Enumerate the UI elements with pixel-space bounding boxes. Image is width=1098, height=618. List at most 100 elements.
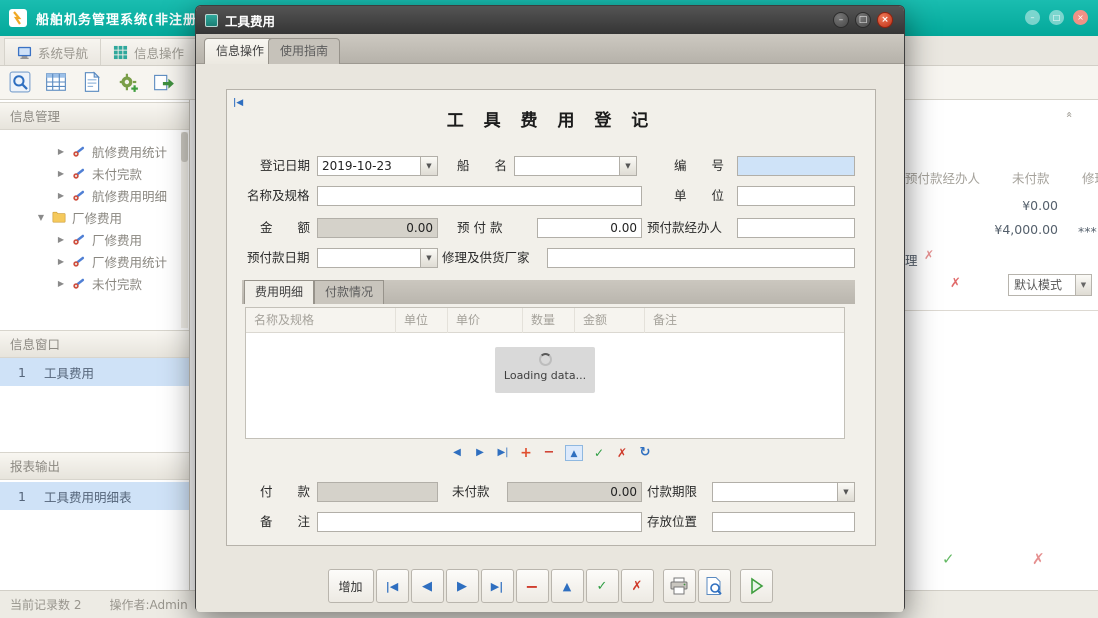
info-window-item-tool-expense[interactable]: 1 工具费用 [0, 358, 189, 386]
folder-icon [52, 210, 66, 224]
dialog-titlebar[interactable]: 工具费用 – □ × [196, 6, 904, 34]
nav-last-button[interactable]: ▶| [481, 569, 514, 603]
dialog-minimize-button[interactable]: – [833, 12, 849, 28]
expand-arrow-icon[interactable]: ▶ [56, 235, 66, 244]
expand-arrow-icon[interactable]: ▶ [56, 191, 66, 200]
tab-information-operation[interactable]: 信息操作 [100, 38, 197, 65]
post-record-button[interactable]: ✓ [586, 569, 619, 603]
grid-col-unit-price[interactable]: 单价 [448, 308, 523, 333]
grid-col-amount[interactable]: 金额 [575, 308, 645, 333]
section-info-management[interactable]: 信息管理 [0, 102, 189, 130]
tree-item-unpaid-2[interactable]: ▶ 未付完款 [0, 272, 180, 294]
chevron-down-icon[interactable]: ▼ [620, 156, 637, 176]
collapse-arrow-icon[interactable]: ▼ [36, 213, 46, 222]
edit-record-button[interactable]: ▲ [551, 569, 584, 603]
settings-button[interactable] [116, 71, 140, 95]
deadline-input[interactable] [712, 482, 838, 502]
expand-arrow-icon[interactable]: ▶ [56, 169, 66, 178]
grid-col-name-spec[interactable]: 名称及规格 [246, 308, 396, 333]
grid-col-unit[interactable]: 单位 [396, 308, 448, 333]
section-report-output[interactable]: 报表输出 [0, 452, 189, 480]
add-record-button[interactable]: 增加 [328, 569, 374, 603]
grid-delete-row-button[interactable]: − [542, 445, 556, 461]
ship-name-input[interactable] [514, 156, 620, 176]
column-header-unpaid[interactable]: 未付款 [1012, 168, 1050, 187]
location-input[interactable] [712, 512, 855, 532]
mode-select[interactable]: 默认模式 ▼ [1008, 274, 1092, 296]
section-info-window[interactable]: 信息窗口 [0, 330, 189, 358]
table-view-button[interactable] [44, 71, 68, 95]
app-minimize-button[interactable]: – [1025, 10, 1040, 25]
nav-next-button[interactable]: ▶ [446, 569, 479, 603]
dialog-close-button[interactable]: × [877, 12, 893, 28]
expand-arrow-icon[interactable]: ▶ [56, 257, 66, 266]
grid-add-row-button[interactable]: + [519, 445, 533, 461]
grid-last-button[interactable]: ▶| [496, 445, 510, 461]
document-button[interactable] [80, 71, 104, 95]
grid-cancel-button[interactable]: ✗ [615, 445, 629, 461]
preview-button[interactable] [698, 569, 731, 603]
chevron-down-icon[interactable]: ▼ [1076, 274, 1092, 296]
cancel-record-button[interactable]: ✗ [621, 569, 654, 603]
cancel-icon[interactable]: ✗ [1032, 550, 1045, 568]
dialog-tab-user-guide[interactable]: 使用指南 [268, 38, 340, 64]
prepay-date-input[interactable] [317, 248, 421, 268]
tree-item-unpaid[interactable]: ▶ 未付完款 [0, 162, 180, 184]
expand-arrow-icon[interactable]: ▶ [56, 279, 66, 288]
scrollbar-thumb[interactable] [181, 132, 188, 162]
deadline-combo[interactable]: ▼ [712, 482, 855, 502]
grid-edit-row-button[interactable]: ▲ [565, 445, 583, 461]
chevron-down-icon[interactable]: ▼ [421, 156, 438, 176]
tree-folder-factory-repair[interactable]: ▼ 厂修费用 [0, 206, 180, 228]
reg-date-input[interactable] [317, 156, 421, 176]
column-header-prepay-agent[interactable]: 预付款经办人 [905, 168, 980, 187]
unit-input[interactable] [737, 186, 855, 206]
prepay-date-combo[interactable]: ▼ [317, 248, 438, 268]
column-header-repair[interactable]: 修理 [1082, 168, 1098, 187]
clear-mode-icon[interactable]: ✗ [950, 276, 961, 291]
tab-payment-status[interactable]: 付款情况 [314, 280, 384, 304]
tree-item-voyage-repair-stats[interactable]: ▶ 航修费用统计 [0, 140, 180, 162]
delete-record-button[interactable]: − [516, 569, 549, 603]
number-input[interactable] [737, 156, 855, 176]
export-button[interactable] [152, 71, 176, 95]
grid-post-button[interactable]: ✓ [592, 445, 606, 461]
report-item-tool-expense-detail[interactable]: 1 工具费用明细表 [0, 482, 189, 510]
supplier-input[interactable] [547, 248, 855, 268]
grid-col-quantity[interactable]: 数量 [523, 308, 575, 333]
tree-item-factory-repair[interactable]: ▶ 厂修费用 [0, 228, 180, 250]
nav-first-button[interactable]: |◀ [376, 569, 409, 603]
remark-input[interactable] [317, 512, 642, 532]
reg-date-combo[interactable]: ▼ [317, 156, 438, 176]
name-spec-input[interactable] [317, 186, 642, 206]
sidebar-scrollbar[interactable] [181, 132, 188, 328]
grid-col-remark[interactable]: 备注 [645, 308, 844, 333]
run-button[interactable] [740, 569, 773, 603]
ship-name-combo[interactable]: ▼ [514, 156, 637, 176]
collapse-panel-icon[interactable]: « [1063, 111, 1076, 118]
delete-mark-icon[interactable]: ✗ [924, 248, 934, 262]
expand-arrow-icon[interactable]: ▶ [56, 147, 66, 156]
app-maximize-button[interactable]: □ [1049, 10, 1064, 25]
tree-item-factory-repair-stats[interactable]: ▶ 厂修费用统计 [0, 250, 180, 272]
list-item-label: 工具费用明细表 [44, 487, 132, 506]
dialog-tab-info-operation[interactable]: 信息操作 [204, 38, 276, 64]
tree-item-voyage-repair-detail[interactable]: ▶ 航修费用明细 [0, 184, 180, 206]
confirm-icon[interactable]: ✓ [942, 550, 955, 568]
grid-refresh-button[interactable]: ↻ [638, 445, 652, 461]
dialog-maximize-button[interactable]: □ [855, 12, 871, 28]
tab-expense-detail[interactable]: 费用明细 [244, 280, 314, 304]
dialog-icon [205, 14, 218, 27]
grid-next-button[interactable]: ▶ [473, 445, 487, 461]
nav-prev-button[interactable]: ◀ [411, 569, 444, 603]
prepay-agent-input[interactable] [737, 218, 855, 238]
print-button[interactable] [663, 569, 696, 603]
chevron-down-icon[interactable]: ▼ [838, 482, 855, 502]
grid-prev-button[interactable]: ◀ [450, 445, 464, 461]
chevron-down-icon[interactable]: ▼ [421, 248, 438, 268]
app-close-button[interactable]: × [1073, 10, 1088, 25]
search-button[interactable] [8, 71, 32, 95]
expense-detail-grid[interactable]: 名称及规格 单位 单价 数量 金额 备注 Loading data... [245, 307, 845, 439]
tab-system-navigation[interactable]: 系统导航 [4, 38, 101, 65]
prepay-input[interactable] [537, 218, 642, 238]
